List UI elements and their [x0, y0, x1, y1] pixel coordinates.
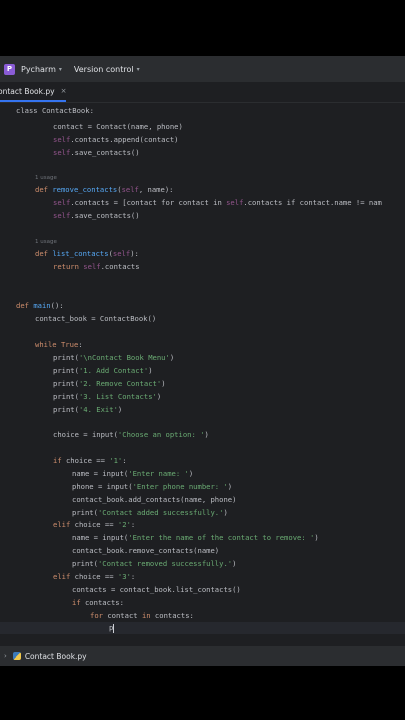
code-line: while True: — [35, 340, 83, 349]
close-icon[interactable]: × — [61, 87, 67, 95]
video-top-band — [0, 0, 405, 56]
code-line: if choice == '1': — [53, 456, 127, 465]
code-line: name = input('Enter the name of the cont… — [72, 533, 319, 542]
code-line: print('\nContact Book Menu') — [53, 353, 175, 362]
code-line: self.save_contacts() — [53, 211, 140, 220]
code-line: self.contacts.append(contact) — [53, 135, 179, 144]
code-line: contact_book.add_contacts(name, phone) — [72, 495, 237, 504]
tab-label: ontact Book.py — [0, 86, 55, 96]
usage-hint[interactable]: 1 usage — [35, 172, 57, 184]
code-line: def main(): — [16, 301, 64, 310]
code-editor[interactable]: class ContactBook: contact = Contact(nam… — [0, 103, 405, 646]
code-line: elif choice == '3': — [53, 572, 136, 581]
code-line: contact_book = ContactBook() — [35, 314, 157, 323]
chevron-right-icon[interactable]: › — [4, 652, 7, 660]
code-line: print('Contact added successfully.') — [72, 508, 228, 517]
code-line: choice = input('Choose an option: ') — [53, 430, 209, 439]
title-bar: P Pycharm ▾ Version control ▾ — [0, 56, 405, 82]
code-line: phone = input('Enter phone number: ') — [72, 482, 233, 491]
code-line: contact_book.remove_contacts(name) — [72, 546, 220, 555]
status-bar-breadcrumb: › Contact Book.py — [0, 646, 405, 666]
code-line: print('3. List Contacts') — [53, 392, 162, 401]
tab-contact-book-py[interactable]: ontact Book.py × — [0, 82, 66, 102]
code-line: elif choice == '2': — [53, 520, 136, 529]
project-menu[interactable]: Pycharm — [21, 65, 56, 74]
version-control-menu[interactable]: Version control — [74, 65, 134, 74]
code-line-current: p — [109, 623, 115, 633]
usage-hint[interactable]: 1 usage — [35, 236, 57, 248]
code-line: print('2. Remove Contact') — [53, 379, 166, 388]
code-line: if contacts: — [72, 598, 124, 607]
code-line: name = input('Enter name: ') — [72, 469, 194, 478]
code-line: def remove_contacts(self, name): — [35, 185, 174, 194]
code-line: print('4. Exit') — [53, 405, 123, 414]
code-line: def list_contacts(self): — [35, 249, 139, 258]
python-file-icon — [12, 652, 21, 660]
code-line: self.save_contacts() — [53, 148, 140, 157]
code-line: print('Contact removed successfully.') — [72, 559, 237, 568]
code-line: print('1. Add Contact') — [53, 366, 153, 375]
video-bottom-band — [0, 666, 405, 720]
code-line: class ContactBook: — [16, 106, 94, 115]
code-line: contacts = contact_book.list_contacts() — [72, 585, 241, 594]
text-caret — [113, 623, 115, 633]
breadcrumb-file[interactable]: Contact Book.py — [25, 652, 87, 661]
code-line: for contact in contacts: — [90, 611, 194, 620]
editor-tab-bar: ontact Book.py × — [0, 82, 405, 103]
code-line: self.contacts = [contact for contact in … — [53, 198, 382, 207]
pycharm-logo-icon[interactable]: P — [4, 63, 15, 75]
code-line: return self.contacts — [53, 262, 140, 271]
current-line-highlight — [0, 622, 405, 634]
chevron-down-icon[interactable]: ▾ — [59, 66, 62, 73]
chevron-down-icon[interactable]: ▾ — [137, 66, 140, 73]
code-line: contact = Contact(name, phone) — [53, 122, 183, 131]
